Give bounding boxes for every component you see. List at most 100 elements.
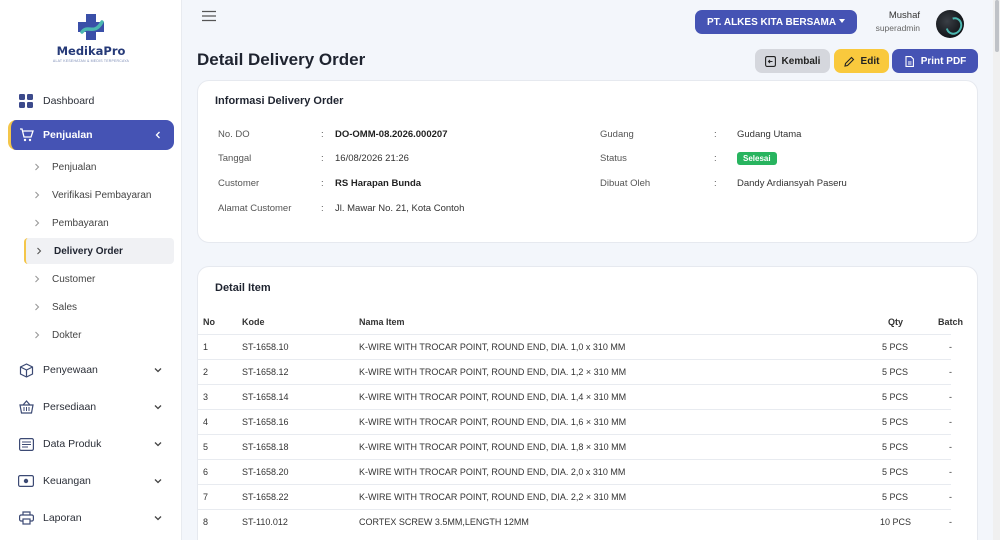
cell-kode: ST-1658.10 <box>242 342 289 352</box>
cell-kode: ST-1658.14 <box>242 392 289 402</box>
user-name: Mushaf <box>888 10 920 21</box>
chevron-right-icon <box>32 330 42 340</box>
topbar: PT. ALKES KITA BERSAMA Mushaf superadmin <box>182 0 993 44</box>
chevron-right-icon <box>32 218 42 228</box>
tanggal-label: Tanggal <box>218 153 252 164</box>
sidebar-item-label: Penyewaan <box>43 364 98 376</box>
chevron-down-icon <box>152 401 164 413</box>
sidebar: MedikaPro ALAT KESEHATAN & MEDIS TERPERC… <box>0 0 182 540</box>
sidebar-item-dashboard[interactable]: Dashboard <box>8 86 174 116</box>
cell-batch: - <box>949 417 952 427</box>
logo-tagline: ALAT KESEHATAN & MEDIS TERPERCAYA <box>52 59 130 63</box>
company-name: PT. ALKES KITA BERSAMA <box>707 16 837 28</box>
submenu-item-verifikasi-pembayaran[interactable]: Verifikasi Pembayaran <box>24 182 174 208</box>
cell-kode: ST-1658.16 <box>242 417 289 427</box>
page-title: Detail Delivery Order <box>197 50 366 69</box>
gudang-value: Gudang Utama <box>737 129 802 140</box>
colon: : <box>714 178 717 189</box>
page-scrollbar-track[interactable] <box>993 0 1000 540</box>
submenu-label: Dokter <box>52 329 82 341</box>
submenu-label: Customer <box>52 273 96 285</box>
colon: : <box>714 129 717 140</box>
submenu-item-customer[interactable]: Customer <box>24 266 174 292</box>
dibuat-oleh-value: Dandy Ardiansyah Paseru <box>737 178 847 189</box>
print-pdf-button[interactable]: Print PDF <box>892 49 978 73</box>
app-logo[interactable]: MedikaPro ALAT KESEHATAN & MEDIS TERPERC… <box>0 12 182 72</box>
back-button[interactable]: Kembali <box>755 49 830 73</box>
cell-kode: ST-1658.20 <box>242 467 289 477</box>
cell-batch: - <box>949 467 952 477</box>
sidebar-item-label: Dashboard <box>43 95 95 107</box>
sidebar-item-label: Keuangan <box>43 475 91 487</box>
cell-qty: 10 PCS <box>880 517 912 527</box>
submenu-item-pembayaran[interactable]: Pembayaran <box>24 210 174 236</box>
submenu-item-delivery-order[interactable]: Delivery Order <box>24 238 174 264</box>
list-icon <box>18 436 34 452</box>
submenu-label: Verifikasi Pembayaran <box>52 189 152 201</box>
cell-batch: - <box>949 442 952 452</box>
cell-nama-item: CORTEX SCREW 3.5MM,LENGTH 12MM <box>359 517 529 527</box>
cell-nama-item: K-WIRE WITH TROCAR POINT, ROUND END, DIA… <box>359 492 627 502</box>
cell-nama-item: K-WIRE WITH TROCAR POINT, ROUND END, DIA… <box>359 467 626 477</box>
user-avatar[interactable] <box>936 10 964 38</box>
table-row: 6 ST-1658.20 K-WIRE WITH TROCAR POINT, R… <box>198 459 952 484</box>
submenu-label: Delivery Order <box>54 245 123 257</box>
grid-icon <box>18 93 34 109</box>
delivery-order-info-card: Informasi Delivery Order No. DO : DO-OMM… <box>197 80 978 243</box>
status-label: Status <box>600 153 627 164</box>
table-row: 1 ST-1658.10 K-WIRE WITH TROCAR POINT, R… <box>198 334 952 359</box>
cell-no: 1 <box>203 342 209 352</box>
pdf-file-icon <box>905 55 914 67</box>
submenu-label: Pembayaran <box>52 217 109 229</box>
submenu-item-sales[interactable]: Sales <box>24 294 174 320</box>
sidebar-item-label: Data Produk <box>43 438 102 450</box>
page-scrollbar-thumb[interactable] <box>995 0 999 52</box>
submenu-item-penjualan[interactable]: Penjualan <box>24 154 174 180</box>
sidebar-item-penjualan[interactable]: Penjualan <box>8 120 174 150</box>
cell-no: 8 <box>203 517 209 527</box>
sidebar-item-persediaan[interactable]: Persediaan <box>8 392 174 422</box>
company-selector-button[interactable]: PT. ALKES KITA BERSAMA <box>695 10 857 34</box>
column-header-no: No <box>203 317 215 327</box>
sidebar-item-label: Laporan <box>43 512 82 524</box>
chevron-down-icon <box>152 475 164 487</box>
colon: : <box>321 153 324 164</box>
cell-batch: - <box>949 342 952 352</box>
medical-cross-logo-icon <box>76 12 106 42</box>
chevron-right-icon <box>32 162 42 172</box>
alamat-customer-value: Jl. Mawar No. 21, Kota Contoh <box>335 203 465 214</box>
column-header-batch: Batch <box>938 317 964 327</box>
cell-qty: 5 PCS <box>882 342 909 352</box>
cell-kode: ST-1658.18 <box>242 442 289 452</box>
no-do-label: No. DO <box>218 129 250 140</box>
sidebar-item-keuangan[interactable]: Keuangan <box>8 466 174 496</box>
sidebar-item-laporan[interactable]: Laporan <box>8 503 174 533</box>
cell-nama-item: K-WIRE WITH TROCAR POINT, ROUND END, DIA… <box>359 367 627 377</box>
sidebar-item-label: Penjualan <box>43 129 93 141</box>
table-row: 8 ST-110.012 CORTEX SCREW 3.5MM,LENGTH 1… <box>198 509 952 534</box>
sidebar-item-data-produk[interactable]: Data Produk <box>8 429 174 459</box>
status-badge: Selesai <box>737 152 777 165</box>
column-header-qty: Qty <box>888 317 904 327</box>
customer-label: Customer <box>218 178 260 189</box>
cell-nama-item: K-WIRE WITH TROCAR POINT, ROUND END, DIA… <box>359 417 627 427</box>
cell-no: 3 <box>203 392 209 402</box>
cell-no: 7 <box>203 492 209 502</box>
chevron-down-icon <box>152 364 164 376</box>
sidebar-item-penyewaan[interactable]: Penyewaan <box>8 355 174 385</box>
table-row: 3 ST-1658.14 K-WIRE WITH TROCAR POINT, R… <box>198 384 952 409</box>
cell-qty: 5 PCS <box>882 492 909 502</box>
customer-value: RS Harapan Bunda <box>335 178 422 189</box>
colon: : <box>321 178 324 189</box>
cell-no: 6 <box>203 467 209 477</box>
box-icon <box>18 362 34 378</box>
cell-no: 5 <box>203 442 209 452</box>
hamburger-menu-icon[interactable] <box>202 10 216 22</box>
cell-qty: 5 PCS <box>882 392 909 402</box>
edit-button[interactable]: Edit <box>834 49 889 73</box>
cart-icon <box>18 127 34 143</box>
detail-item-card: Detail Item No Kode Nama Item Qty Batch … <box>197 266 978 540</box>
chevron-left-icon <box>152 129 164 141</box>
submenu-item-dokter[interactable]: Dokter <box>24 322 174 348</box>
cell-batch: - <box>949 517 952 527</box>
